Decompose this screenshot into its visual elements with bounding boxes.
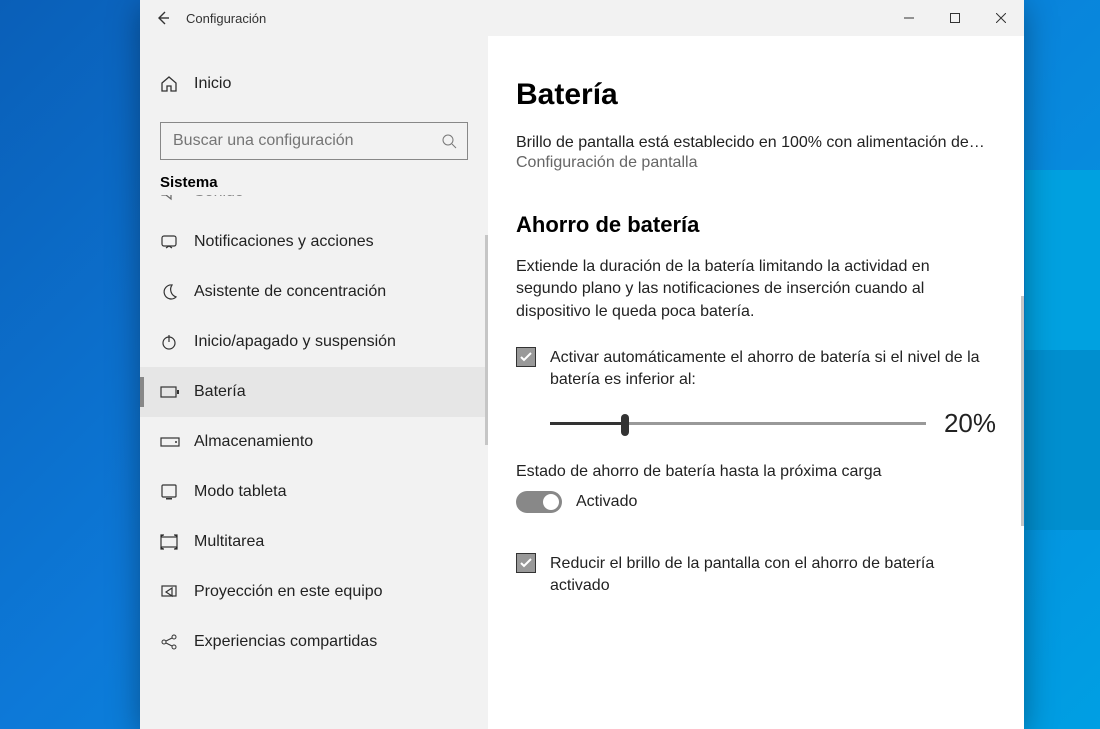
slider-value-label: 20% (944, 408, 996, 439)
arrow-left-icon (155, 10, 171, 26)
multitask-icon (160, 533, 194, 551)
sidebar-item-notificaciones-y-acciones[interactable]: Notificaciones y acciones (140, 217, 488, 267)
desktop-wallpaper: Configuración (0, 0, 1100, 729)
notification-icon (160, 233, 194, 251)
back-button[interactable] (140, 0, 186, 36)
storage-icon (160, 436, 194, 448)
sound-icon (160, 195, 194, 201)
display-settings-link[interactable]: Configuración de pantalla (516, 154, 996, 172)
sidebar-item-label: Batería (194, 383, 246, 401)
toggle-knob (543, 494, 559, 510)
sidebar-item-label: Modo tableta (194, 483, 287, 501)
saver-toggle[interactable] (516, 491, 562, 513)
search-icon (441, 133, 457, 149)
sidebar-item-asistente-de-concentraci-n[interactable]: Asistente de concentración (140, 267, 488, 317)
reduce-brightness-checkbox[interactable] (516, 553, 536, 573)
sidebar-item-modo-tableta[interactable]: Modo tableta (140, 467, 488, 517)
battery-saver-heading: Ahorro de batería (516, 212, 996, 238)
sidebar-item-label: Sonido (194, 195, 244, 201)
sidebar-item-almacenamiento[interactable]: Almacenamiento (140, 417, 488, 467)
moon-icon (160, 283, 194, 301)
search-input[interactable] (171, 131, 441, 151)
minimize-button[interactable] (886, 0, 932, 36)
project-icon (160, 583, 194, 601)
titlebar: Configuración (140, 0, 1024, 36)
page-title: Batería (516, 78, 996, 112)
sidebar-item-label: Inicio/apagado y suspensión (194, 333, 396, 351)
content-panel: Batería Brillo de pantalla está establec… (488, 36, 1024, 729)
sidebar-item-proyecci-n-en-este-equipo[interactable]: Proyección en este equipo (140, 567, 488, 617)
sidebar-item-label: Asistente de concentración (194, 283, 386, 301)
close-icon (996, 13, 1006, 23)
sidebar-home[interactable]: Inicio (160, 64, 468, 104)
sidebar-item-label: Proyección en este equipo (194, 583, 383, 601)
sidebar-item-label: Almacenamiento (194, 433, 313, 451)
search-box[interactable] (160, 122, 468, 160)
maximize-button[interactable] (932, 0, 978, 36)
saver-toggle-label: Activado (576, 493, 637, 511)
sidebar-item-label: Experiencias compartidas (194, 633, 377, 651)
sidebar-home-label: Inicio (194, 75, 231, 93)
sidebar-item-label: Multitarea (194, 533, 264, 551)
sidebar-item-bater-a[interactable]: Batería (140, 367, 488, 417)
power-icon (160, 333, 194, 351)
auto-saver-label: Activar automáticamente el ahorro de bat… (550, 347, 996, 390)
reduce-brightness-label: Reducir el brillo de la pantalla con el … (550, 553, 996, 596)
shared-icon (160, 633, 194, 651)
sidebar-item-inicio-apagado-y-suspensi-n[interactable]: Inicio/apagado y suspensión (140, 317, 488, 367)
sidebar-item-multitarea[interactable]: Multitarea (140, 517, 488, 567)
check-icon (519, 350, 533, 364)
maximize-icon (950, 13, 960, 23)
sidebar-nav-list: Sonido Notificaciones y acciones Asistente… (140, 195, 488, 729)
window-title: Configuración (186, 11, 266, 26)
sidebar-item-sonido[interactable]: Sonido (140, 195, 488, 217)
sidebar-item-label: Notificaciones y acciones (194, 233, 374, 251)
battery-saver-description: Extiende la duración de la batería limit… (516, 256, 986, 323)
settings-window: Configuración (140, 0, 1024, 729)
brightness-status-line: Brillo de pantalla está establecido en 1… (516, 134, 996, 152)
sidebar-group-label: Sistema (160, 174, 468, 191)
minimize-icon (904, 13, 914, 23)
threshold-slider[interactable] (550, 412, 926, 436)
tablet-icon (160, 483, 194, 501)
close-button[interactable] (978, 0, 1024, 36)
auto-saver-checkbox[interactable] (516, 347, 536, 367)
sidebar: Inicio Sistema Sonido Notificaciones y ac… (140, 36, 488, 729)
saver-state-label: Estado de ahorro de batería hasta la pró… (516, 463, 996, 481)
battery-icon (160, 386, 194, 398)
slider-thumb[interactable] (621, 414, 629, 436)
sidebar-item-experiencias-compartidas[interactable]: Experiencias compartidas (140, 617, 488, 667)
check-icon (519, 556, 533, 570)
content-scrollbar[interactable] (1021, 296, 1024, 526)
home-icon (160, 75, 194, 93)
slider-track-fill (550, 422, 625, 425)
